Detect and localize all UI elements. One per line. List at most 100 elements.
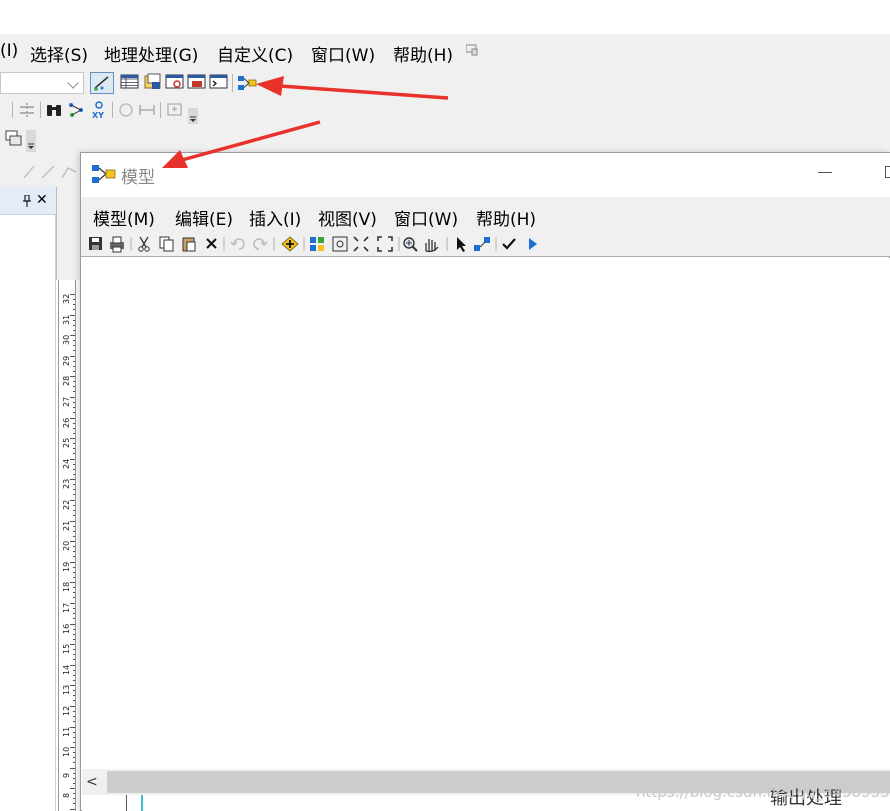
ruler-label: 13 [62,685,71,696]
ruler-tick [70,294,75,295]
ruler-tick [70,355,75,357]
zoom-in-fixed-icon [353,236,369,252]
ruler-label: 29 [62,355,71,366]
full-extent-icon [332,236,348,252]
delete-icon [206,238,217,249]
ruler-tick [73,505,75,506]
ruler-tick [73,571,75,573]
menu-grip-icon[interactable] [466,44,478,56]
ruler-label: 15 [62,644,71,655]
ruler-tick [70,314,75,316]
layer-combo[interactable] [0,72,84,94]
ruler-tick [73,381,75,383]
model-menu-window[interactable]: 窗口(W) [394,205,458,230]
ruler-tick [73,618,75,619]
ruler-tick [73,772,75,774]
ruler-tick [70,417,75,419]
model-menu-model[interactable]: 模型(M) [93,205,155,230]
ruler-tick [73,674,75,676]
ruler-tick [70,726,75,728]
model-window-titlebar[interactable] [81,153,890,197]
measure-icon [139,105,155,115]
ruler-tick [73,711,75,712]
ruler-label: 19 [62,561,71,572]
ruler-tick [73,453,75,455]
model-canvas[interactable] [82,258,890,769]
ruler-label: 25 [62,438,71,449]
ruler-tick [73,345,75,347]
model-menu-insert[interactable]: 插入(I) [249,205,301,230]
ruler-tick [73,782,75,784]
ruler-tick [73,556,75,558]
python-window-icon[interactable] [209,73,229,91]
draw-toolbar-strip [0,156,80,187]
ruler-tick [73,695,75,697]
binoculars-icon[interactable] [45,101,63,119]
model-menu-help[interactable]: 帮助(H) [476,205,536,230]
ruler-tick [73,468,75,470]
snap-icon[interactable] [18,101,36,119]
menu-item-geoprocessing[interactable]: 地理处理(G) [104,41,198,66]
ruler-tick [70,520,75,522]
ruler-tick [73,566,75,568]
model-menu-edit[interactable]: 编辑(E) [175,205,233,230]
table-icon[interactable] [120,73,140,91]
ruler-tick [70,706,75,707]
model-menu-view[interactable]: 视图(V) [318,205,377,230]
arctoolbox-icon[interactable] [187,73,207,91]
ruler-tick [70,664,75,666]
search-window-icon[interactable] [165,73,185,91]
toolbar-separator [12,102,13,118]
ruler-tick [73,324,75,326]
ruler-tick [73,463,75,465]
ruler-tick [73,370,75,372]
ruler-tick [70,438,75,440]
ruler-tick [73,716,75,717]
ruler-tick [73,535,75,537]
ruler-tick [70,397,75,398]
menu-item-customize[interactable]: 自定义(C) [217,41,293,66]
catalog-icon[interactable] [143,73,163,91]
ruler-tick [70,623,75,625]
modelbuilder-icon[interactable] [237,74,257,92]
scroll-left-arrow[interactable]: < [86,774,98,790]
ruler-tick [73,803,75,805]
ruler-tick [70,644,75,646]
layout-ruler-corner [56,187,80,280]
ruler-tick [73,613,75,614]
ruler-tick [73,608,75,609]
ruler-tick [73,360,75,362]
menu-item-select[interactable]: 选择(S) [30,41,88,66]
go-to-xy-icon[interactable]: XY [89,100,109,120]
minimize-button[interactable] [818,172,832,173]
editor-toolbar-icon[interactable] [90,72,114,94]
ruler-tick [73,407,75,408]
ruler-tick [73,484,75,486]
maximize-button[interactable] [885,166,890,178]
panel-close-icon[interactable]: ✕ [36,192,48,208]
toolbar-overflow-icon[interactable] [26,130,36,152]
model-toolbar-icons [89,236,537,253]
ruler-tick [73,432,75,434]
layout-toolbar-icon[interactable] [4,129,24,147]
ruler-label: 14 [62,664,71,675]
pin-icon[interactable] [22,195,32,207]
ruler-tick [70,582,75,584]
ruler-label: 18 [62,582,71,593]
save-icon [89,237,102,250]
toolbar-overflow-icon[interactable] [188,108,198,124]
menu-item-partial[interactable]: (I) [0,41,18,61]
go-to-xy-network-icon[interactable] [67,101,85,119]
ruler-tick [70,500,75,501]
ruler-tick [70,788,75,790]
ruler-tick [73,669,75,671]
run-icon [529,238,537,250]
undo-icon [230,238,245,250]
ruler-tick [73,762,75,764]
ruler-tick [73,690,75,692]
ruler-tick [73,510,75,511]
ruler-label: 22 [62,499,71,510]
menu-item-help[interactable]: 帮助(H) [393,41,453,66]
menu-item-window[interactable]: 窗口(W) [311,41,375,66]
ruler-tick [73,576,75,578]
